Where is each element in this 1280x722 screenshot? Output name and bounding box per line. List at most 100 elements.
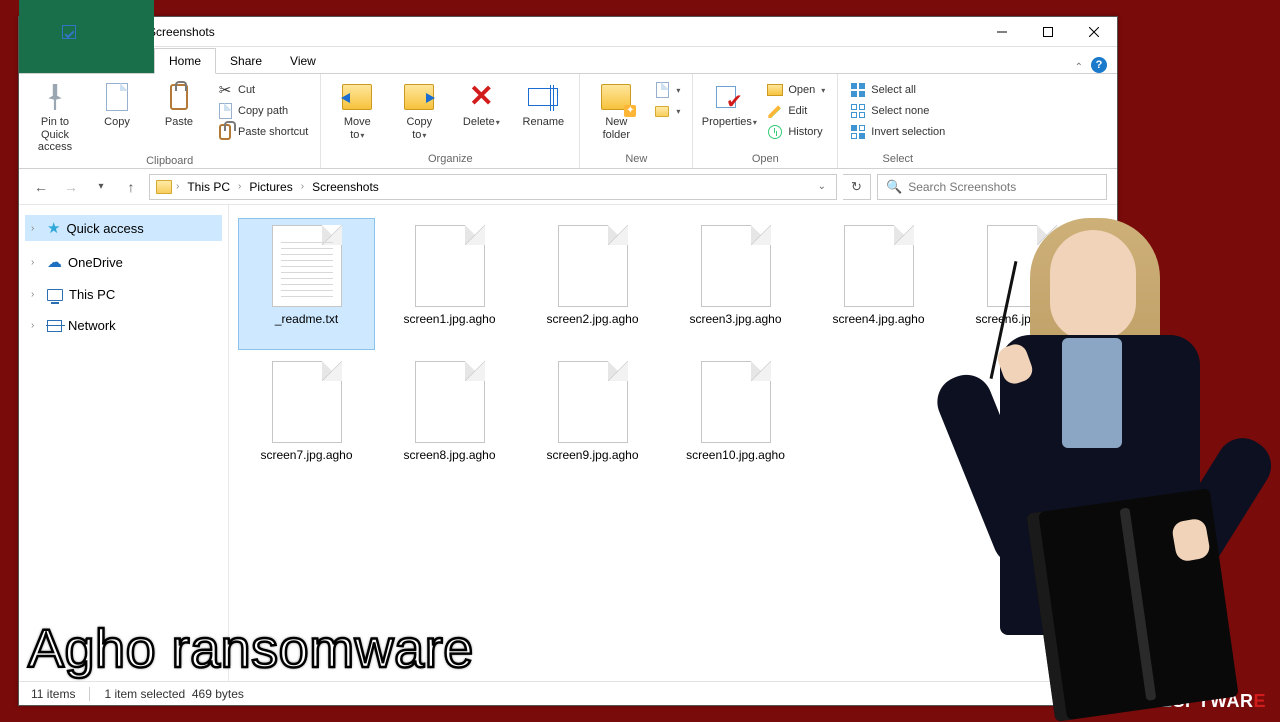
cloud-icon: ☁ [47, 253, 62, 271]
file-thumb-icon [558, 225, 628, 307]
copy-to-icon [404, 84, 434, 110]
group-clipboard: Pin to Quick access Copy Paste ✂Cut Copy… [19, 74, 321, 168]
nav-onedrive[interactable]: ›☁OneDrive [25, 249, 222, 275]
qat-checkbox-icon[interactable] [62, 25, 76, 39]
open-button[interactable]: Open▾ [763, 80, 829, 100]
clipboard-icon [170, 84, 188, 110]
file-thumb-icon [701, 225, 771, 307]
file-thumb-icon [558, 361, 628, 443]
file-name: screen3.jpg.agho [689, 312, 781, 326]
help-icon[interactable]: ? [1091, 57, 1107, 73]
move-to-icon [342, 84, 372, 110]
group-open: ✔ Properties▾ Open▾ Edit History Open [693, 74, 838, 168]
select-none-icon [850, 103, 866, 119]
recent-locations-button[interactable]: ▾ [89, 175, 113, 199]
cut-button[interactable]: ✂Cut [213, 80, 312, 100]
file-name: screen10.jpg.agho [686, 448, 785, 462]
window-title: Screenshots [148, 25, 215, 39]
easy-access-button[interactable]: ▾ [650, 101, 684, 121]
move-to-button[interactable]: Move to▾ [329, 78, 385, 141]
file-item[interactable]: screen10.jpg.agho [668, 355, 803, 485]
close-button[interactable] [1071, 17, 1117, 47]
history-button[interactable]: History [763, 122, 829, 142]
select-none-button[interactable]: Select none [846, 101, 949, 121]
history-icon [767, 124, 783, 140]
rename-button[interactable]: Rename [515, 78, 571, 129]
copy-path-icon [217, 103, 233, 119]
watermark: 2SPYWARE [1162, 691, 1266, 712]
invert-selection-icon [850, 124, 866, 140]
file-item[interactable]: _readme.txt [239, 219, 374, 349]
tab-file[interactable]: File [19, 0, 154, 73]
address-row: ← → ▾ ↑ › This PC › Pictures › Screensho… [19, 169, 1117, 205]
nav-network[interactable]: ›Network [25, 314, 222, 337]
breadcrumb-screenshots[interactable]: Screenshots [308, 178, 383, 196]
file-name: screen9.jpg.agho [546, 448, 638, 462]
up-button[interactable]: ↑ [119, 175, 143, 199]
file-name: _readme.txt [275, 312, 338, 326]
tab-view[interactable]: View [276, 49, 330, 73]
new-item-button[interactable]: ▾ [650, 80, 684, 100]
copy-to-button[interactable]: Copy to▾ [391, 78, 447, 141]
file-name: screen4.jpg.agho [832, 312, 924, 326]
edit-icon [767, 103, 783, 119]
properties-button[interactable]: ✔ Properties▾ [701, 78, 757, 129]
tab-share[interactable]: Share [216, 49, 276, 73]
collapse-ribbon-button[interactable]: ⌃ [1075, 62, 1083, 73]
paste-button[interactable]: Paste [151, 78, 207, 129]
forward-button[interactable]: → [59, 175, 83, 199]
open-icon [767, 82, 783, 98]
file-name: screen6.jpg.agho [975, 312, 1067, 326]
paste-shortcut-button[interactable]: Paste shortcut [213, 122, 312, 142]
invert-selection-button[interactable]: Invert selection [846, 122, 949, 142]
network-icon [47, 320, 62, 332]
search-input[interactable]: 🔍 Search Screenshots [877, 174, 1107, 200]
title-bar: = Screenshots [19, 17, 1117, 47]
nav-quick-access[interactable]: ›★Quick access [25, 215, 222, 241]
paste-shortcut-icon [217, 124, 233, 140]
pin-icon [44, 84, 66, 110]
file-item[interactable]: screen9.jpg.agho [525, 355, 660, 485]
file-grid[interactable]: _readme.txt screen1.jpg.agho screen2.jpg.a… [229, 205, 1117, 681]
file-name: screen8.jpg.agho [403, 448, 495, 462]
status-selection: 1 item selected 469 bytes [104, 687, 243, 701]
file-thumb-icon [701, 361, 771, 443]
copy-icon [106, 83, 128, 111]
file-item[interactable]: screen6.jpg.agho [954, 219, 1089, 349]
folder-icon [156, 180, 172, 194]
address-bar[interactable]: › This PC › Pictures › Screenshots ⌄ [149, 174, 837, 200]
file-item[interactable]: screen1.jpg.agho [382, 219, 517, 349]
new-folder-button[interactable]: ✦ New folder [588, 78, 644, 141]
pin-to-quick-access-button[interactable]: Pin to Quick access [27, 78, 83, 154]
window-controls [979, 17, 1117, 47]
delete-button[interactable]: ✕ Delete▾ [453, 78, 509, 129]
file-name: screen1.jpg.agho [403, 312, 495, 326]
address-dropdown[interactable]: ⌄ [814, 181, 830, 192]
explorer-body: ›★Quick access ›☁OneDrive ›This PC ›Netw… [19, 205, 1117, 681]
nav-this-pc[interactable]: ›This PC [25, 283, 222, 306]
refresh-button[interactable]: ↻ [843, 174, 871, 200]
search-icon: 🔍 [886, 179, 902, 195]
file-item[interactable]: screen4.jpg.agho [811, 219, 946, 349]
copy-button[interactable]: Copy [89, 78, 145, 129]
file-item[interactable]: screen7.jpg.agho [239, 355, 374, 485]
file-name: screen7.jpg.agho [260, 448, 352, 462]
breadcrumb-this-pc[interactable]: This PC [183, 178, 234, 196]
edit-button[interactable]: Edit [763, 101, 829, 121]
copy-path-button[interactable]: Copy path [213, 101, 312, 121]
file-item[interactable]: screen2.jpg.agho [525, 219, 660, 349]
back-button[interactable]: ← [29, 175, 53, 199]
minimize-button[interactable] [979, 17, 1025, 47]
tab-home[interactable]: Home [154, 48, 216, 74]
file-thumb-icon [844, 225, 914, 307]
ribbon-tabs: File Home Share View ⌃ ? [19, 47, 1117, 73]
breadcrumb-pictures[interactable]: Pictures [245, 178, 296, 196]
delete-icon: ✕ [469, 82, 494, 112]
select-all-button[interactable]: Select all [846, 80, 949, 100]
maximize-button[interactable] [1025, 17, 1071, 47]
status-item-count: 11 items [31, 687, 75, 701]
navigation-pane: ›★Quick access ›☁OneDrive ›This PC ›Netw… [19, 205, 229, 681]
file-thumb-icon [415, 225, 485, 307]
file-item[interactable]: screen3.jpg.agho [668, 219, 803, 349]
file-item[interactable]: screen8.jpg.agho [382, 355, 517, 485]
